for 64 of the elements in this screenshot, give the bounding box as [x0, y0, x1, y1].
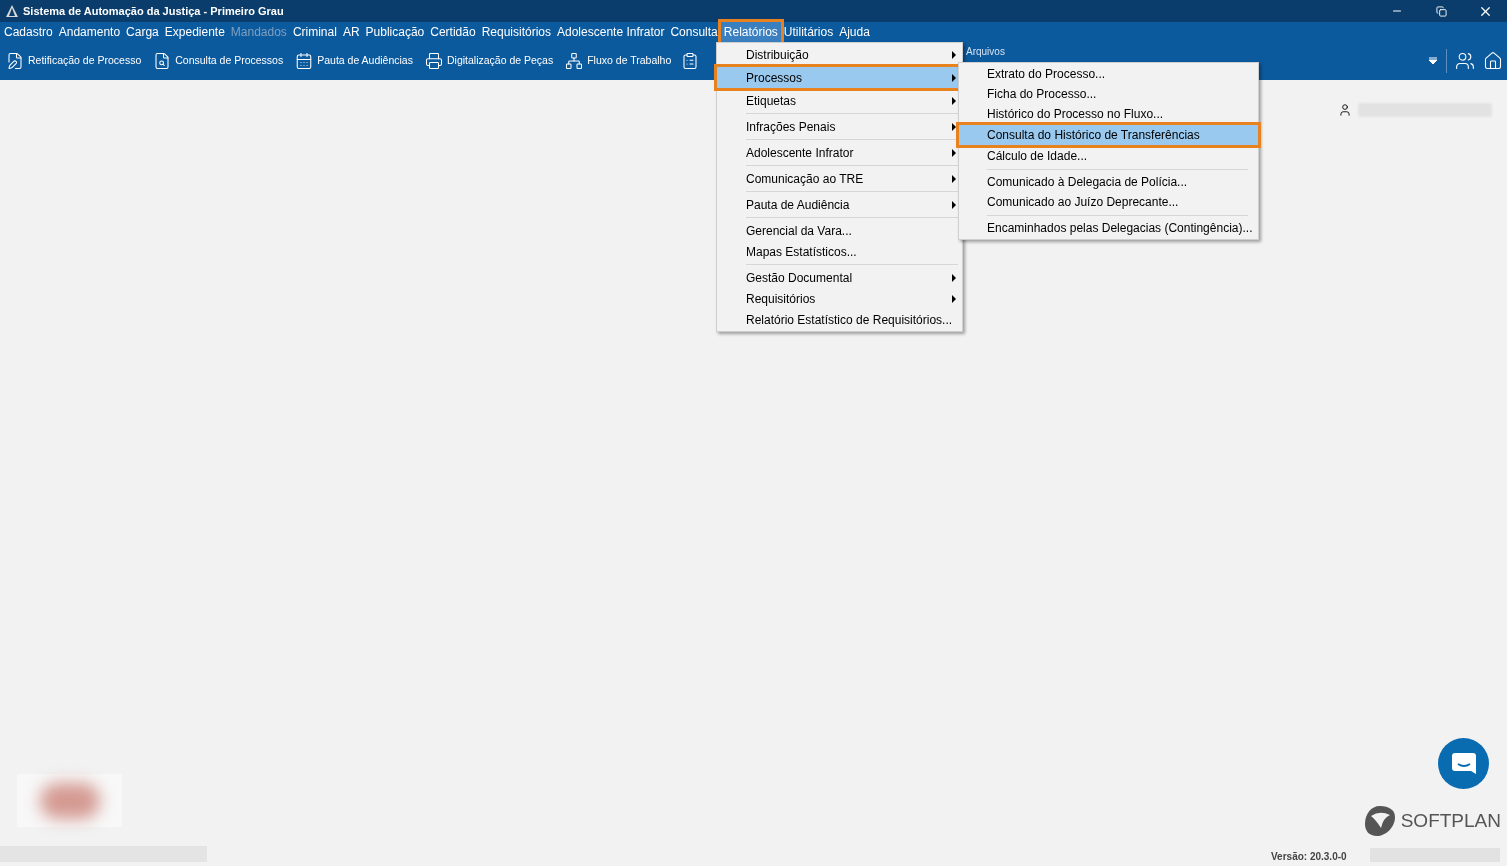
- calendar-icon: [295, 52, 314, 70]
- menu-item[interactable]: Mapas Estatísticos...: [717, 241, 962, 262]
- submenu-arrow-icon: [952, 148, 956, 157]
- toolbar-button[interactable]: Consulta de Processos: [153, 52, 284, 70]
- toolbar-button[interactable]: Retificação de Processo: [6, 52, 142, 70]
- submenu-arrow-icon: [952, 50, 956, 59]
- toolbar-button[interactable]: Digitalização de Peças: [424, 52, 554, 70]
- menu-bar-item[interactable]: Relatórios: [720, 22, 781, 42]
- menu-item[interactable]: Pauta de Audiência: [717, 194, 962, 215]
- menu-item[interactable]: Etiquetas: [717, 90, 962, 111]
- menu-item[interactable]: Relatório Estatístico de Requisitórios...: [717, 309, 962, 330]
- window-title: Sistema de Automação da Justiça - Primeiro Grau: [23, 3, 284, 19]
- document-icon[interactable]: [681, 52, 700, 70]
- pencil-icon: [6, 52, 24, 70]
- menu-bar-item[interactable]: Certidão: [427, 22, 479, 42]
- menu-item[interactable]: Comunicado à Delegacia de Polícia...: [959, 172, 1258, 192]
- menu-item[interactable]: Gerencial da Vara...: [717, 220, 962, 241]
- menu-item[interactable]: Comunicação ao TRE: [717, 168, 962, 189]
- menu-bar-item[interactable]: Requisitórios: [478, 22, 554, 42]
- user-icon: [1338, 103, 1352, 117]
- toolbar-button[interactable]: Fluxo de Trabalho: [565, 52, 672, 70]
- menu-bar-item[interactable]: Andamento: [55, 22, 124, 42]
- submenu-arrow-icon: [952, 96, 956, 105]
- menu-item[interactable]: Extrato do Processo...: [959, 64, 1258, 84]
- submenu-arrow-icon: [952, 174, 956, 183]
- flowchart-icon: [565, 52, 584, 70]
- restore-icon: [1435, 5, 1447, 17]
- menu-bar-item[interactable]: Carga: [123, 22, 162, 42]
- users-icon[interactable]: [1455, 51, 1475, 71]
- menu-bar-item[interactable]: Ajuda: [836, 22, 873, 42]
- menu-bar-item[interactable]: AR: [339, 22, 363, 42]
- menu-bar-item[interactable]: Utilitários: [780, 22, 837, 42]
- submenu-arrow-icon: [952, 73, 956, 82]
- menu-item[interactable]: Infrações Penais: [717, 116, 962, 137]
- menu-item[interactable]: Gestão Documental: [717, 267, 962, 288]
- chat-icon: [1450, 751, 1477, 776]
- menu-item[interactable]: Requisitórios: [717, 288, 962, 309]
- menu-bar-item[interactable]: Consulta: [667, 22, 721, 42]
- menu-item[interactable]: Comunicado ao Juízo Deprecante...: [959, 192, 1258, 212]
- submenu-arrow-icon: [952, 294, 956, 303]
- menu-item[interactable]: Consulta do Histórico de Transferências: [959, 125, 1258, 145]
- menu-item[interactable]: Adolescente Infrator: [717, 142, 962, 163]
- brand-name: SOFTPLAN: [1400, 808, 1501, 833]
- version-label: Versão: 20.3.0-0: [1271, 850, 1347, 864]
- app-logo-icon: [5, 4, 19, 18]
- submenu-arrow-icon: [952, 200, 956, 209]
- chat-button[interactable]: [1438, 738, 1489, 789]
- menu-bar-item[interactable]: Criminal: [289, 22, 340, 42]
- toolbar-label[interactable]: Arquivos: [966, 46, 1005, 58]
- menu-bar-item[interactable]: Adolescente Infrator: [554, 22, 668, 42]
- menu-item[interactable]: Encaminhados pelas Delegacias (Contingência)...: [959, 218, 1258, 238]
- menu-item[interactable]: Cálculo de Idade...: [959, 146, 1258, 166]
- search-icon: [153, 52, 172, 70]
- dropdown-icon[interactable]: [1428, 56, 1438, 66]
- menu-item[interactable]: Ficha do Processo...: [959, 84, 1258, 104]
- menu-bar-item[interactable]: Publicação: [362, 22, 428, 42]
- menu-bar-item[interactable]: Cadastro: [1, 22, 56, 42]
- submenu-arrow-icon: [952, 273, 956, 282]
- submenu-arrow-icon: [952, 122, 956, 131]
- menu-bar-item[interactable]: Expediente: [161, 22, 228, 42]
- home-icon[interactable]: [1483, 51, 1503, 71]
- toolbar-button[interactable]: Pauta de Audiências: [295, 52, 413, 70]
- menu-item[interactable]: Histórico do Processo no Fluxo...: [959, 104, 1258, 124]
- menu-item[interactable]: Distribuição: [717, 44, 962, 65]
